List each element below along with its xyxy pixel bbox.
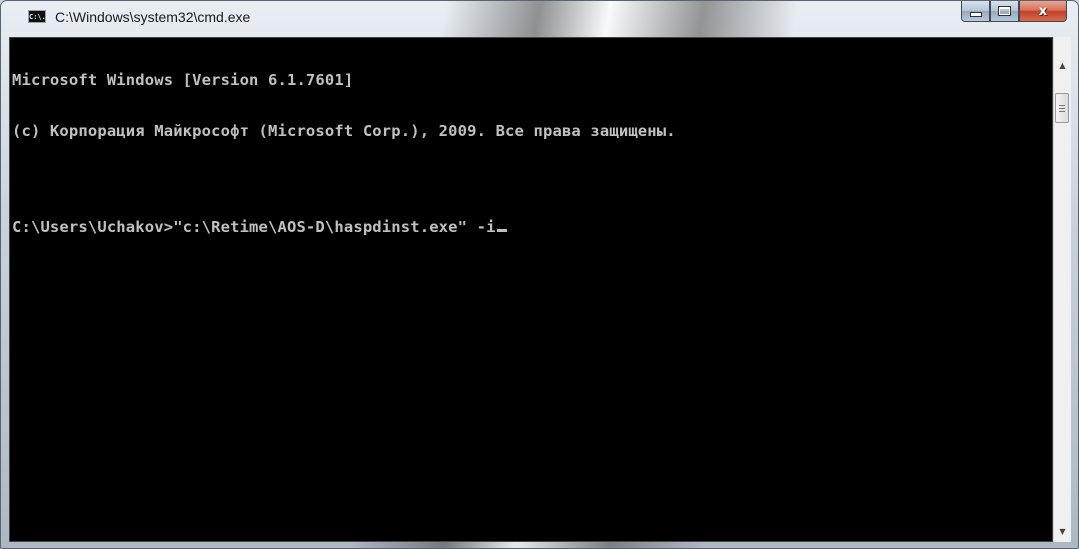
scroll-up-arrow-icon: ▲ — [1059, 61, 1066, 70]
scroll-down-button[interactable]: ▼ — [1054, 523, 1071, 540]
close-button[interactable]: x — [1019, 1, 1067, 22]
console-command-text: C:\Users\Uchakov>"c:\Retime\AOS-D\haspdi… — [12, 218, 496, 236]
console-line-copyright: (c) Корпорация Майкрософт (Microsoft Cor… — [12, 122, 676, 140]
maximize-button[interactable] — [990, 1, 1019, 22]
cmd-window: C:\. C:\Windows\system32\cmd.exe x Micro… — [0, 0, 1079, 549]
title-bar[interactable]: C:\. C:\Windows\system32\cmd.exe x — [1, 1, 1078, 37]
scroll-up-button[interactable]: ▲ — [1054, 57, 1071, 74]
scrollbar-thumb[interactable] — [1055, 93, 1069, 123]
scroll-down-arrow-icon: ▼ — [1059, 527, 1066, 536]
minimize-button[interactable] — [961, 1, 990, 22]
maximize-icon — [998, 6, 1011, 16]
console-command-line[interactable]: C:\Users\Uchakov>"c:\Retime\AOS-D\haspdi… — [12, 219, 676, 236]
minimize-icon — [969, 12, 982, 17]
console-line-version: Microsoft Windows [Version 6.1.7601] — [12, 71, 354, 89]
console-output: Microsoft Windows [Version 6.1.7601] (c)… — [12, 38, 676, 270]
window-title: C:\Windows\system32\cmd.exe — [55, 9, 251, 25]
cmd-app-icon[interactable]: C:\. — [28, 10, 46, 23]
text-cursor — [496, 229, 507, 232]
close-icon: x — [1038, 3, 1048, 19]
window-controls: x — [961, 1, 1067, 23]
grip-icon — [1059, 104, 1065, 112]
console-area[interactable]: Microsoft Windows [Version 6.1.7601] (c)… — [9, 37, 1053, 542]
vertical-scrollbar[interactable]: ▲ ▼ — [1053, 37, 1071, 542]
